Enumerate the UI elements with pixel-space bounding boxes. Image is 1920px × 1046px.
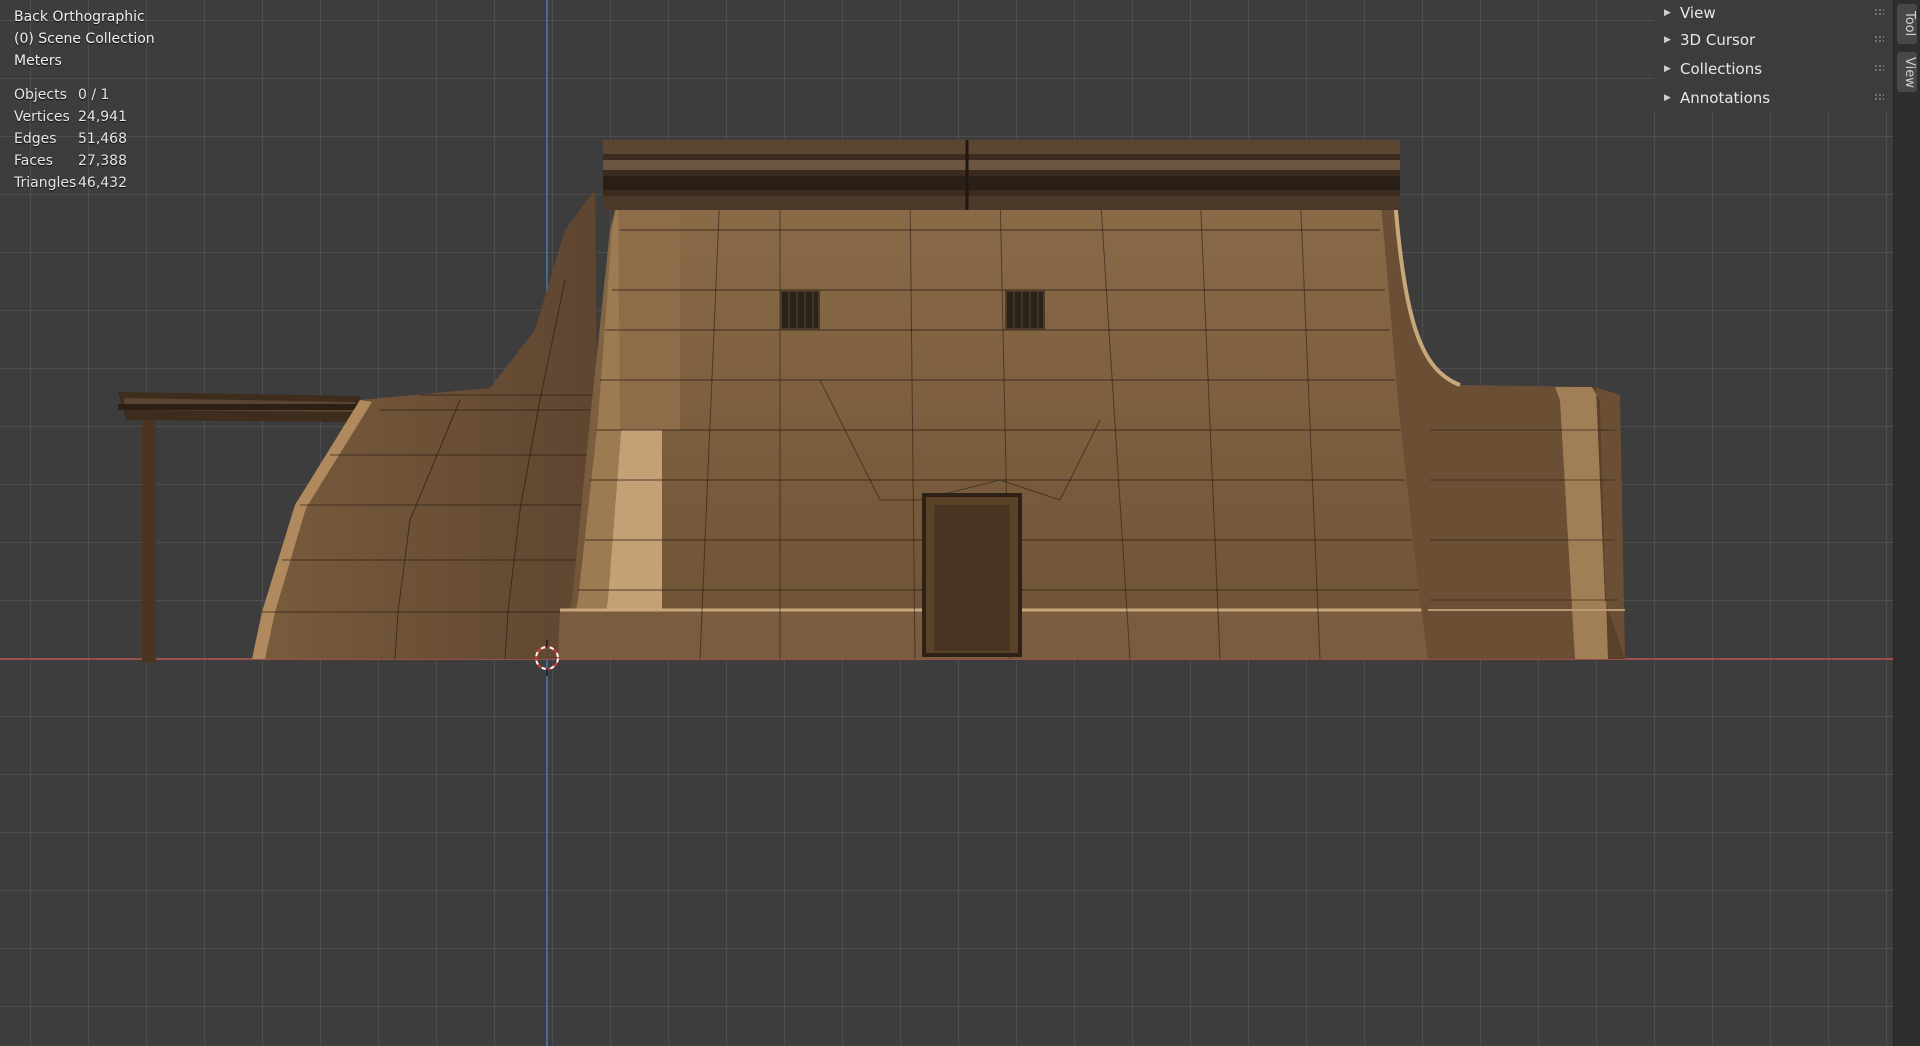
stat-row: Faces 27,388: [14, 153, 127, 169]
expand-triangle-icon: ▶: [1664, 8, 1671, 18]
tab-view[interactable]: View: [1897, 52, 1917, 92]
n-panel-sidebar: ▶ View ▶ 3D Cursor ▶ Collections ▶ Annot…: [1654, 0, 1894, 112]
expand-triangle-icon: ▶: [1664, 35, 1671, 45]
sidebar-tabs: Tool View: [1893, 0, 1920, 1046]
view-name: Back Orthographic: [14, 9, 145, 25]
roof-cornice: [603, 140, 1400, 210]
left-annex: [252, 190, 600, 660]
collection-name: (0) Scene Collection: [14, 31, 155, 47]
panel-collections[interactable]: ▶ Collections: [1664, 56, 1884, 82]
tab-tool[interactable]: Tool: [1897, 4, 1917, 44]
stat-row: Objects 0 / 1: [14, 87, 110, 103]
viewport-info: Back Orthographic (0) Scene Collection M…: [14, 6, 155, 72]
panel-label: View: [1680, 4, 1716, 22]
panel-view[interactable]: ▶ View: [1664, 0, 1884, 26]
panel-label: Collections: [1680, 60, 1763, 78]
panel-label: Annotations: [1680, 89, 1771, 107]
scene-statistics: Objects 0 / 1 Vertices 24,941 Edges 51,468 …: [14, 84, 127, 194]
main-wall: [558, 189, 1432, 660]
stat-row: Vertices 24,941: [14, 109, 127, 125]
drag-grip-icon[interactable]: [1874, 64, 1884, 72]
drag-grip-icon[interactable]: [1874, 8, 1884, 16]
scene-render: [0, 0, 1905, 1046]
panel-annotations[interactable]: ▶ Annotations: [1664, 85, 1884, 111]
units-label: Meters: [14, 53, 62, 69]
expand-triangle-icon: ▶: [1664, 64, 1671, 74]
panel-3d-cursor[interactable]: ▶ 3D Cursor: [1664, 27, 1884, 53]
drag-grip-icon[interactable]: [1874, 35, 1884, 43]
drag-grip-icon[interactable]: [1874, 93, 1884, 101]
stat-row: Triangles 46,432: [14, 175, 127, 191]
stat-row: Edges 51,468: [14, 131, 127, 147]
panel-label: 3D Cursor: [1680, 31, 1756, 49]
3d-viewport[interactable]: Back Orthographic (0) Scene Collection M…: [0, 0, 1920, 1046]
expand-triangle-icon: ▶: [1664, 93, 1671, 103]
